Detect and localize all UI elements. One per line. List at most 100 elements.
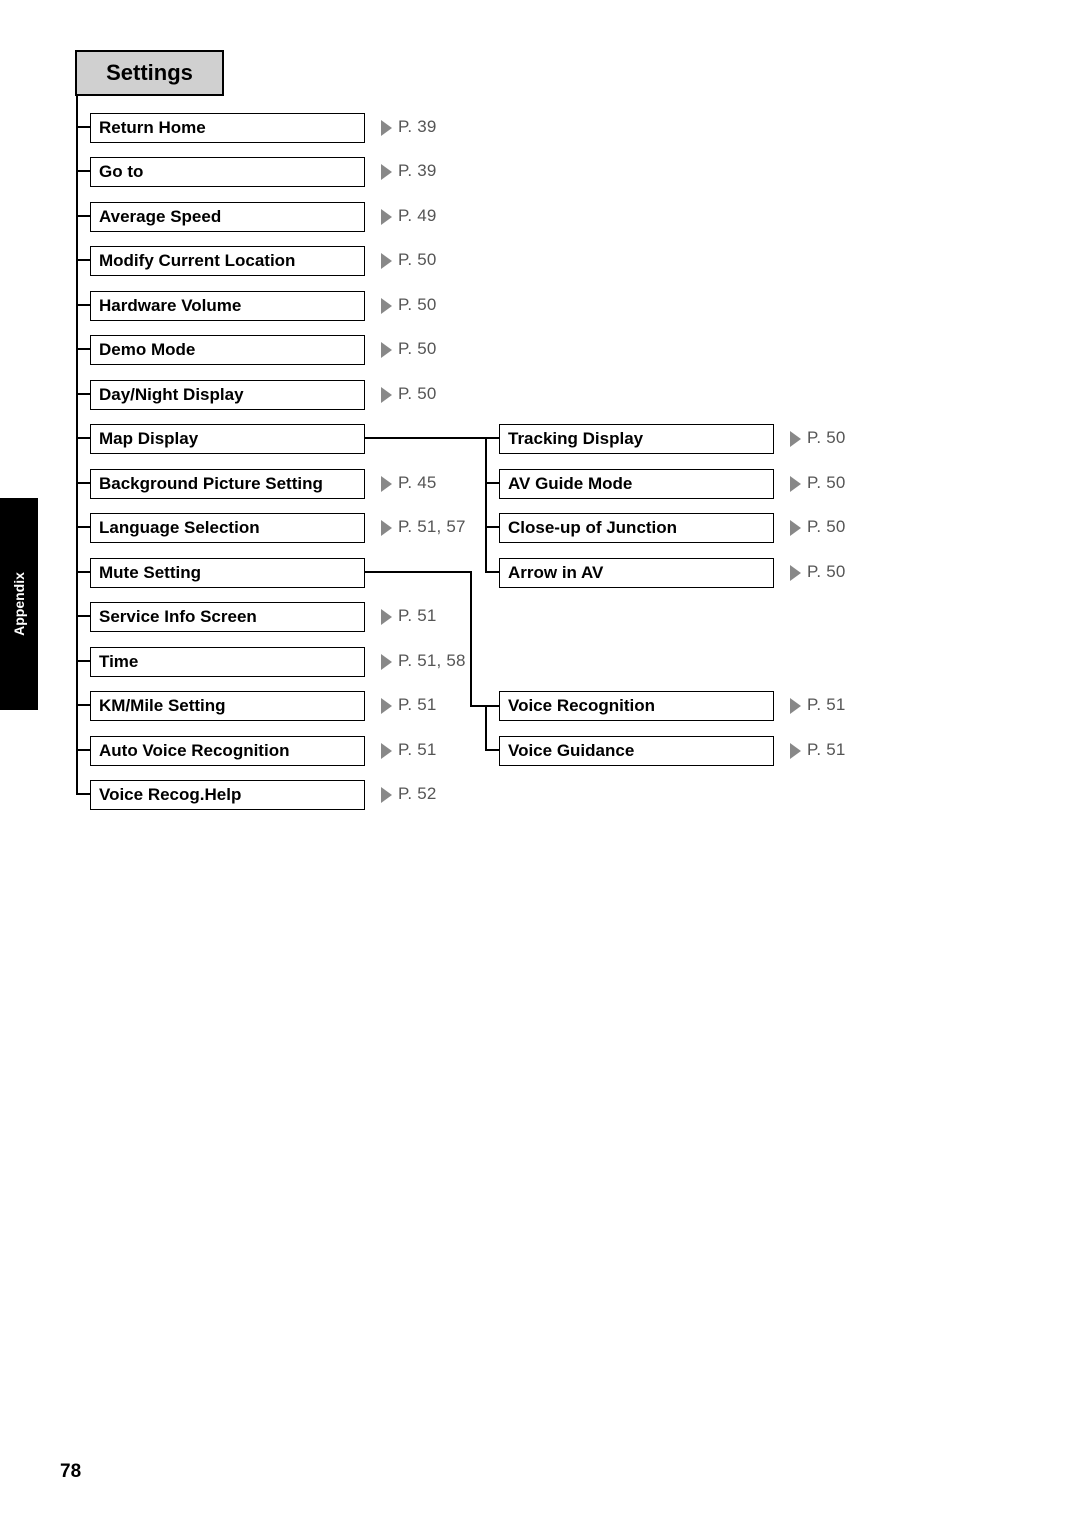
page-ref: P. 50 [398, 295, 437, 315]
arrow-icon [381, 164, 392, 180]
page-ref: P. 50 [398, 339, 437, 359]
tree-connector [365, 437, 485, 439]
menu-item-map-display: Map Display [90, 424, 365, 454]
tree-connector [485, 749, 499, 751]
arrow-icon [381, 120, 392, 136]
menu-item-modify-current-location: Modify Current Location [90, 246, 365, 276]
arrow-icon [790, 743, 801, 759]
arrow-icon [381, 520, 392, 536]
page-ref: P. 51 [398, 740, 437, 760]
item-label: Demo Mode [99, 340, 195, 360]
tree-connector [485, 437, 499, 439]
arrow-icon [790, 698, 801, 714]
item-label: Arrow in AV [508, 563, 603, 583]
tree-connector [76, 526, 90, 528]
page-ref: P. 51 [398, 695, 437, 715]
arrow-icon [381, 698, 392, 714]
tree-connector [76, 215, 90, 217]
side-tab-appendix: Appendix [0, 498, 38, 710]
arrow-icon [381, 387, 392, 403]
submenu-item-close-up-junction: Close-up of Junction [499, 513, 774, 543]
page-ref: P. 50 [807, 517, 846, 537]
page-ref: P. 50 [807, 473, 846, 493]
page-ref: P. 50 [398, 384, 437, 404]
page-ref: P. 50 [398, 250, 437, 270]
item-label: Return Home [99, 118, 206, 138]
menu-item-time: Time [90, 647, 365, 677]
tree-connector [76, 704, 90, 706]
menu-item-background-picture: Background Picture Setting [90, 469, 365, 499]
menu-item-km-mile: KM/Mile Setting [90, 691, 365, 721]
page-ref: P. 51, 58 [398, 651, 466, 671]
item-label: Hardware Volume [99, 296, 241, 316]
menu-item-return-home: Return Home [90, 113, 365, 143]
page-ref: P. 39 [398, 161, 437, 181]
tree-connector [76, 304, 90, 306]
arrow-icon [381, 342, 392, 358]
tree-connector [76, 259, 90, 261]
tree-connector [485, 705, 499, 707]
tree-connector [76, 571, 90, 573]
tree-connector [470, 571, 472, 706]
item-label: Time [99, 652, 138, 672]
item-label: Voice Recognition [508, 696, 655, 716]
tree-connector [485, 437, 487, 572]
menu-item-day-night-display: Day/Night Display [90, 380, 365, 410]
menu-item-service-info: Service Info Screen [90, 602, 365, 632]
submenu-item-av-guide-mode: AV Guide Mode [499, 469, 774, 499]
arrow-icon [381, 787, 392, 803]
section-header-settings: Settings [75, 50, 224, 96]
page-ref: P. 51, 57 [398, 517, 466, 537]
tree-connector [365, 571, 470, 573]
tree-connector [485, 705, 487, 751]
page-number: 78 [60, 1461, 81, 1483]
arrow-icon [790, 565, 801, 581]
submenu-item-arrow-in-av: Arrow in AV [499, 558, 774, 588]
page-ref: P. 45 [398, 473, 437, 493]
tree-connector [76, 437, 90, 439]
item-label: Voice Recog.Help [99, 785, 241, 805]
item-label: Auto Voice Recognition [99, 741, 289, 761]
page-ref: P. 39 [398, 117, 437, 137]
item-label: Mute Setting [99, 563, 201, 583]
submenu-item-voice-recognition: Voice Recognition [499, 691, 774, 721]
arrow-icon [381, 654, 392, 670]
arrow-icon [381, 476, 392, 492]
item-label: Day/Night Display [99, 385, 244, 405]
tree-connector [485, 482, 499, 484]
menu-item-hardware-volume: Hardware Volume [90, 291, 365, 321]
tree-connector [76, 170, 90, 172]
arrow-icon [790, 476, 801, 492]
page-ref: P. 52 [398, 784, 437, 804]
tree-connector [76, 749, 90, 751]
tree-connector [76, 615, 90, 617]
tree-connector [76, 348, 90, 350]
item-label: Service Info Screen [99, 607, 257, 627]
arrow-icon [381, 298, 392, 314]
tree-connector [76, 126, 90, 128]
item-label: Voice Guidance [508, 741, 634, 761]
arrow-icon [381, 743, 392, 759]
item-label: AV Guide Mode [508, 474, 632, 494]
manual-page: Settings Appendix Return Home P. 39 Go t… [0, 0, 1080, 1533]
item-label: Modify Current Location [99, 251, 295, 271]
page-ref: P. 51 [807, 740, 846, 760]
page-ref: P. 50 [807, 562, 846, 582]
arrow-icon [381, 609, 392, 625]
menu-item-go-to: Go to [90, 157, 365, 187]
tree-connector [470, 705, 485, 707]
item-label: Close-up of Junction [508, 518, 677, 538]
menu-item-auto-voice-recognition: Auto Voice Recognition [90, 736, 365, 766]
item-label: Language Selection [99, 518, 260, 538]
page-ref: P. 51 [807, 695, 846, 715]
tree-connector [76, 393, 90, 395]
menu-item-average-speed: Average Speed [90, 202, 365, 232]
arrow-icon [790, 431, 801, 447]
item-label: KM/Mile Setting [99, 696, 226, 716]
menu-item-mute-setting: Mute Setting [90, 558, 365, 588]
tree-connector [76, 660, 90, 662]
item-label: Average Speed [99, 207, 221, 227]
arrow-icon [381, 209, 392, 225]
menu-item-voice-recog-help: Voice Recog.Help [90, 780, 365, 810]
submenu-item-tracking-display: Tracking Display [499, 424, 774, 454]
